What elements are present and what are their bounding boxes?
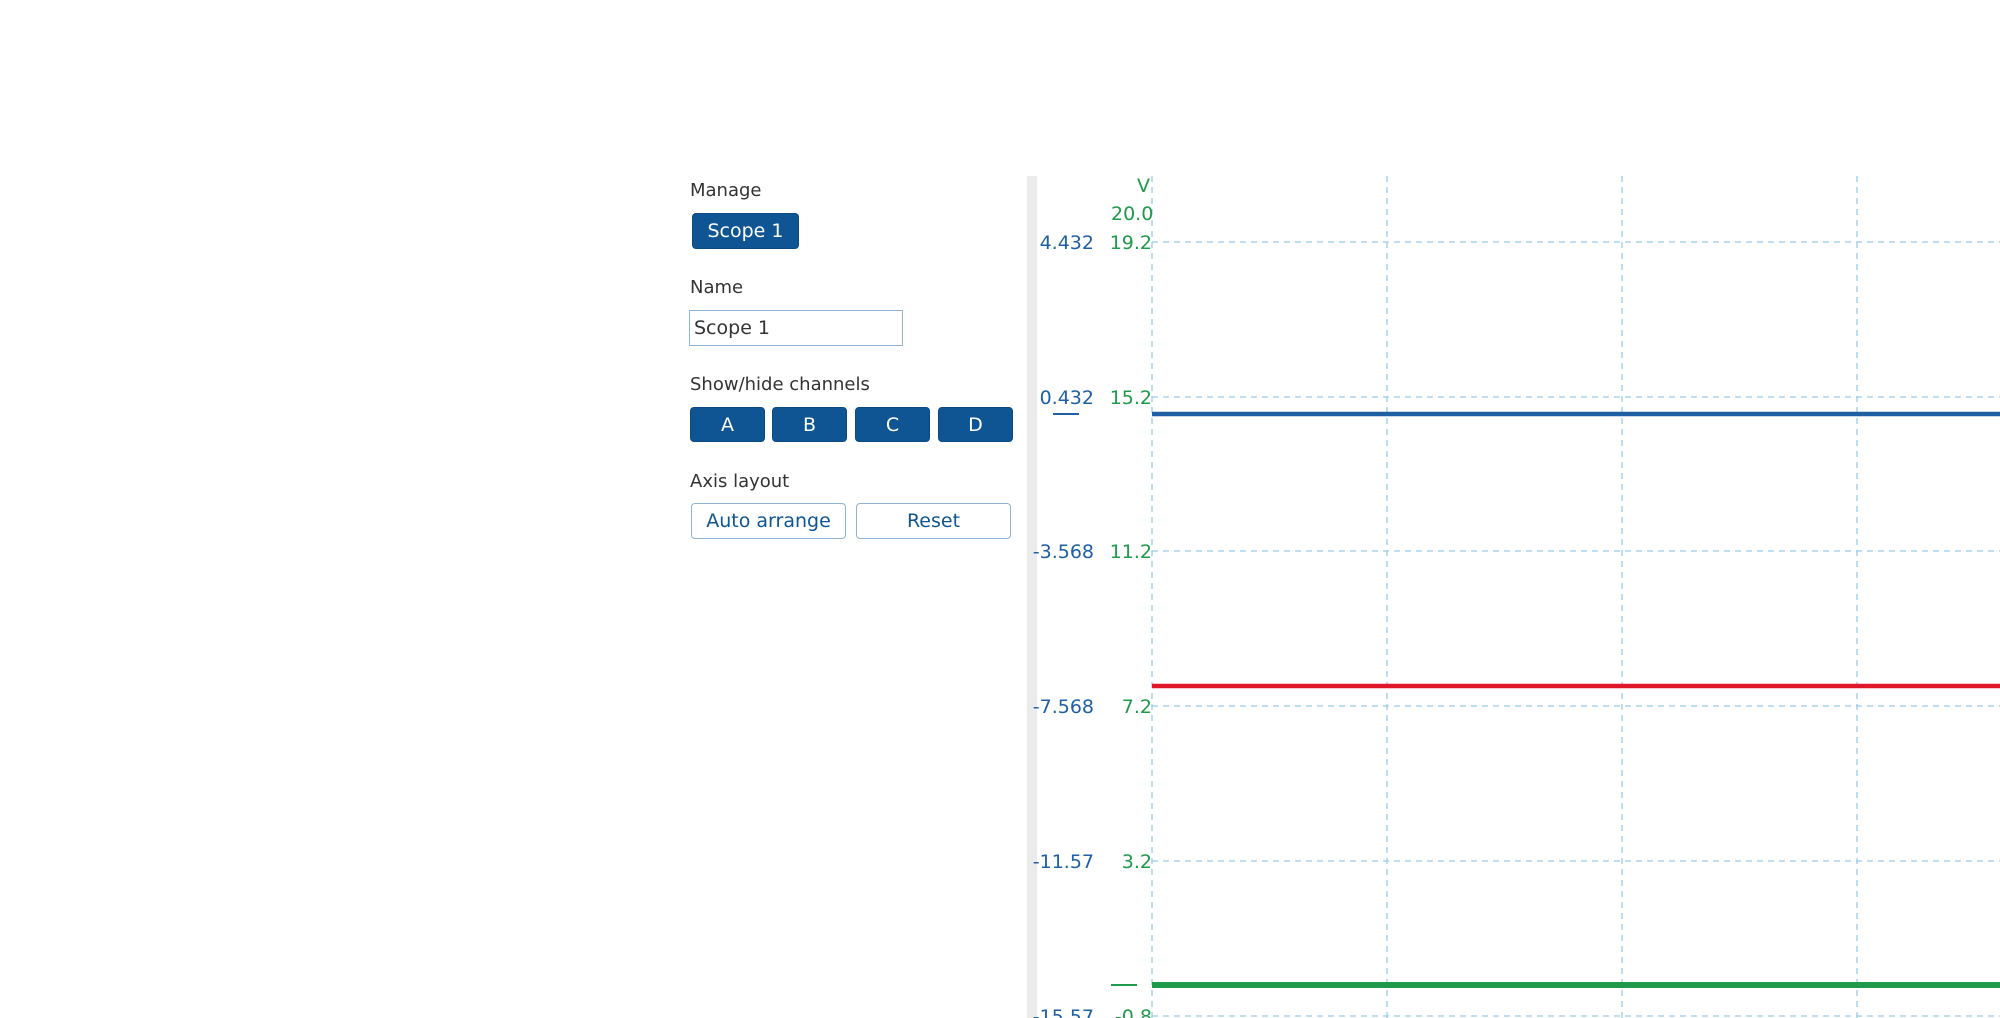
green-axis-tick-label: 7.2 bbox=[1122, 696, 1152, 718]
green-axis-tick-label: 3.2 bbox=[1122, 851, 1152, 873]
blue-axis-tick-label: 0.432 bbox=[1040, 387, 1094, 409]
green-axis-tick-label: 11.2 bbox=[1110, 541, 1152, 563]
blue-axis-tick-label: -15.57 bbox=[1033, 1006, 1094, 1018]
scope-chart[interactable]: 4.432 0.432 -3.568 -7.568 -11.57 -15.57 19.2 15… bbox=[0, 0, 2000, 1018]
blue-axis-tick-label: -3.568 bbox=[1033, 541, 1094, 563]
green-axis-unit: V bbox=[1137, 175, 1150, 197]
green-axis-tick-label: 19.2 bbox=[1110, 232, 1152, 254]
blue-axis-tick-label: -7.568 bbox=[1033, 696, 1094, 718]
blue-axis-tick-label: 4.432 bbox=[1040, 232, 1094, 254]
green-axis-tick-label: -0.8 bbox=[1115, 1006, 1152, 1018]
blue-axis-tick-label: -11.57 bbox=[1033, 851, 1094, 873]
green-axis-tick-label: 15.2 bbox=[1110, 387, 1152, 409]
green-axis-top-value: 20.0 bbox=[1111, 203, 1153, 225]
